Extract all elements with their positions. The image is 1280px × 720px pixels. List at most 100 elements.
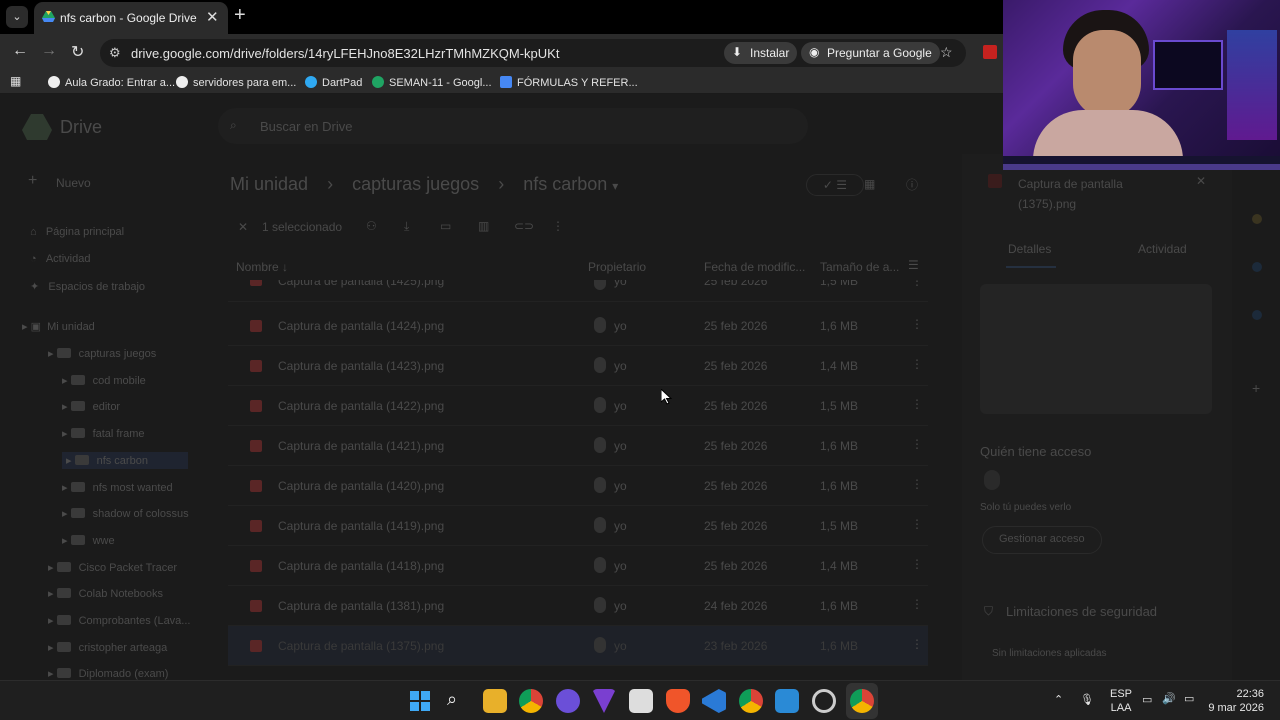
expand-arrow-icon[interactable]: ▸ (62, 375, 71, 387)
file-row[interactable]: Captura de pantalla (1419).png yo 25 feb 2… (228, 506, 928, 546)
bookmark-item[interactable]: SEMAN-11 - Googl... (372, 76, 492, 89)
obs-icon[interactable] (812, 689, 836, 713)
file-row[interactable]: Captura de pantalla (1381).png yo 24 feb 2… (228, 586, 928, 626)
column-size[interactable]: Tamaño de a... (820, 260, 899, 274)
brave-icon[interactable] (666, 689, 690, 713)
expand-arrow-icon[interactable]: ▸ (48, 588, 57, 600)
file-row[interactable]: Captura de pantalla (1424).png yo 25 feb 2… (228, 306, 928, 346)
move-icon[interactable]: ▭ (440, 219, 451, 233)
expand-arrow-icon[interactable]: ▸ (62, 401, 71, 413)
info-icon[interactable]: ⓘ (906, 176, 918, 193)
manage-access-button[interactable]: Gestionar acceso (982, 526, 1102, 554)
expand-arrow-icon[interactable]: ▸ (48, 642, 57, 654)
column-modified[interactable]: Fecha de modific... (704, 260, 805, 274)
folder-tree-item[interactable]: ▸ Comprobantes (Lava... (48, 614, 190, 627)
nav-my-drive[interactable]: ▸ ▣ Mi unidad (22, 320, 95, 333)
more-options-icon[interactable]: ⋮ (911, 477, 923, 491)
folder-tree-item[interactable]: ▸ nfs carbon (62, 451, 188, 469)
battery-icon[interactable]: ▭ (1184, 692, 1194, 705)
file-row[interactable]: Captura de pantalla (1425).png yo 25 feb 2… (228, 280, 928, 302)
new-tab-button[interactable]: + (234, 4, 246, 27)
folder-tree-item[interactable]: ▸ cristopher arteaga (48, 641, 167, 654)
tab-details[interactable]: Detalles (1008, 242, 1051, 256)
close-tab-icon[interactable]: ✕ (206, 8, 219, 26)
vlc-icon[interactable] (592, 689, 616, 713)
file-preview[interactable] (980, 284, 1212, 414)
language-indicator[interactable]: ESP LAA (1110, 687, 1132, 715)
file-row[interactable]: Captura de pantalla (1422).png yo 25 feb 2… (228, 386, 928, 426)
reload-icon[interactable]: ↻ (71, 42, 84, 62)
breadcrumb-current[interactable]: nfs carbon (523, 174, 607, 194)
view-toggle-list[interactable]: ✓ ☰ (806, 174, 864, 196)
folder-tree-item[interactable]: ▸ cod mobile (62, 374, 146, 387)
more-options-icon[interactable]: ⋮ (911, 437, 923, 451)
breadcrumb-item[interactable]: capturas juegos (352, 174, 479, 194)
tab-activity[interactable]: Actividad (1138, 242, 1187, 256)
expand-arrow-icon[interactable]: ▸ (62, 482, 71, 494)
extension-icon[interactable] (983, 45, 997, 59)
folder-tree-item[interactable]: ▸ Cisco Packet Tracer (48, 561, 177, 574)
nav-workspaces[interactable]: ✦ Espacios de trabajo (30, 280, 145, 293)
expand-arrow-icon[interactable]: ▸ (66, 455, 75, 467)
drive-logo[interactable] (22, 114, 52, 143)
download-icon[interactable]: ⤓ (404, 219, 409, 234)
more-options-icon[interactable]: ⋮ (911, 357, 923, 371)
app-icon[interactable] (556, 689, 580, 713)
clear-selection-icon[interactable]: ✕ (238, 220, 248, 234)
back-icon[interactable]: ← (12, 42, 28, 60)
install-button[interactable]: ⬇ Instalar (724, 42, 798, 64)
chrome-icon[interactable] (519, 689, 543, 713)
file-row[interactable]: Captura de pantalla (1421).png yo 25 feb 2… (228, 426, 928, 466)
expand-arrow-icon[interactable]: ▸ (48, 562, 57, 574)
bookmark-star-icon[interactable]: ☆ (940, 44, 953, 61)
sort-options-icon[interactable]: ☰ (908, 258, 919, 272)
column-owner[interactable]: Propietario (588, 260, 646, 274)
more-options-icon[interactable]: ⋮ (911, 317, 923, 331)
trash-icon[interactable]: ▥ (478, 219, 489, 233)
network-icon[interactable]: ▭ (1142, 693, 1152, 706)
tasks-icon[interactable] (1252, 262, 1262, 272)
nav-home[interactable]: ⌂ Página principal (30, 226, 124, 238)
more-actions-icon[interactable]: ⋮ (552, 219, 564, 233)
more-options-icon[interactable]: ⋮ (911, 557, 923, 571)
add-addon-icon[interactable]: + (1252, 380, 1260, 396)
close-details-icon[interactable]: ✕ (1196, 174, 1206, 188)
bookmark-item[interactable]: FÓRMULAS Y REFER... (500, 76, 638, 89)
link-icon[interactable]: ⊂⊃ (514, 219, 534, 233)
windows-start-icon[interactable] (410, 691, 430, 711)
bookmark-item[interactable]: Aula Grado: Entrar a... (48, 76, 175, 89)
folder-tree-item[interactable]: ▸ wwe (62, 534, 115, 547)
expand-arrow-icon[interactable]: ▸ (62, 535, 71, 547)
file-row[interactable]: Captura de pantalla (1375).png yo 23 feb 2… (228, 626, 928, 666)
more-options-icon[interactable]: ⋮ (911, 637, 923, 651)
file-explorer-icon[interactable] (483, 689, 507, 713)
more-options-icon[interactable]: ⋮ (911, 517, 923, 531)
expand-arrow-icon[interactable]: ▸ (48, 615, 57, 627)
bookmark-item[interactable]: DartPad (305, 76, 362, 89)
unemi-icon[interactable] (629, 689, 653, 713)
folder-tree-item[interactable]: ▸ Diplomado (exam) (48, 667, 168, 680)
tab-search-button[interactable]: ⌄ (6, 6, 28, 28)
breadcrumb-item[interactable]: Mi unidad (230, 174, 308, 194)
volume-icon[interactable]: 🔊 (1162, 692, 1176, 705)
expand-arrow-icon[interactable]: ▸ (62, 428, 71, 440)
browser-tab[interactable]: nfs carbon - Google Drive ✕ (34, 2, 228, 34)
file-row[interactable]: Captura de pantalla (1420).png yo 25 feb 2… (228, 466, 928, 506)
column-name[interactable]: Nombre ↓ (236, 260, 288, 274)
folder-tree-item[interactable]: ▸ nfs most wanted (62, 481, 173, 494)
apps-grid-icon[interactable]: ▦ (10, 74, 21, 88)
microphone-icon[interactable]: 🎙 (1080, 693, 1094, 706)
folder-tree-item[interactable]: ▸ shadow of colossus (62, 507, 189, 520)
more-options-icon[interactable]: ⋮ (911, 280, 923, 288)
drive-search-bar[interactable]: ⌕ Buscar en Drive (218, 108, 808, 144)
chrome-active-icon[interactable] (850, 689, 874, 713)
share-icon[interactable]: ⚇ (366, 219, 377, 233)
grid-view-icon[interactable]: ▦ (864, 177, 875, 191)
contacts-icon[interactable] (1252, 310, 1262, 320)
photos-icon[interactable] (775, 689, 799, 713)
more-options-icon[interactable]: ⋮ (911, 597, 923, 611)
search-icon[interactable]: ⌕ (447, 689, 457, 710)
chrome-profile-icon[interactable] (739, 689, 763, 713)
expand-arrow-icon[interactable]: ▸ (48, 668, 57, 680)
file-row[interactable]: Captura de pantalla (1418).png yo 25 feb 2… (228, 546, 928, 586)
